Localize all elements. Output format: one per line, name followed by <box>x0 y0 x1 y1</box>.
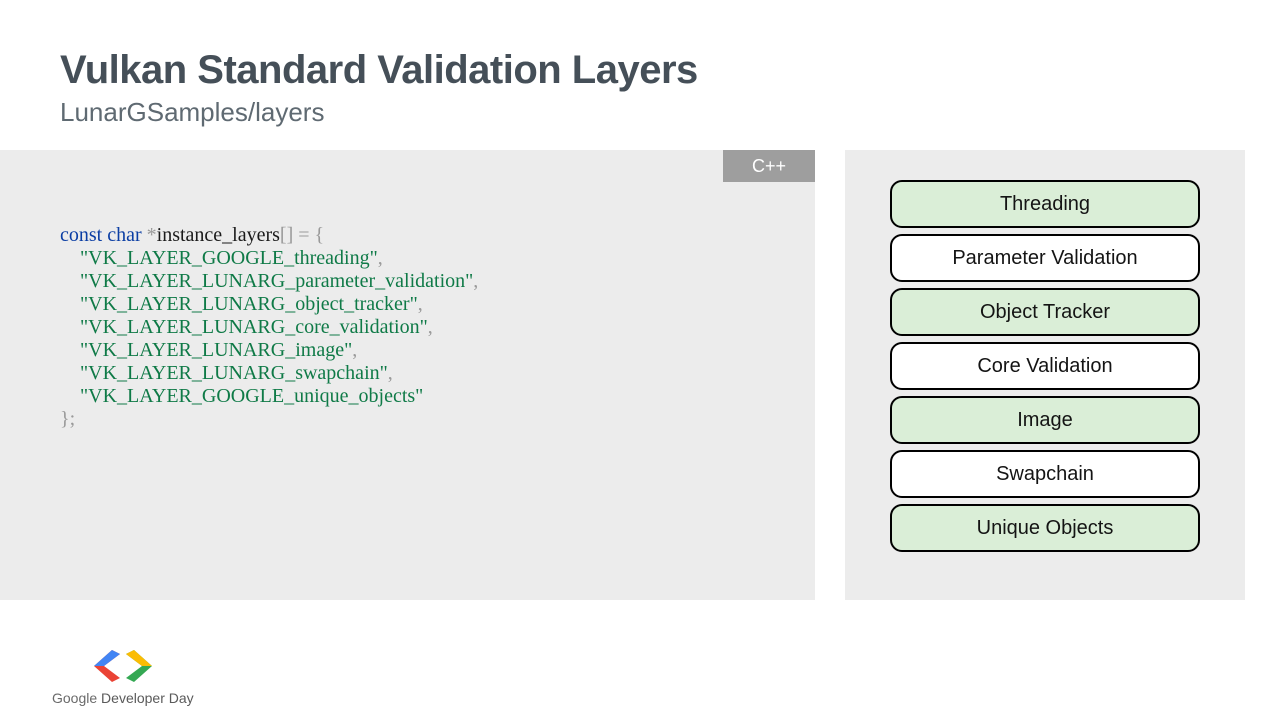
layer-box: Threading <box>890 180 1200 228</box>
layer-box: Object Tracker <box>890 288 1200 336</box>
code-block: const char *instance_layers[] = { "VK_LA… <box>0 150 815 431</box>
language-badge: C++ <box>723 150 815 182</box>
layer-box: Core Validation <box>890 342 1200 390</box>
slide-title: Vulkan Standard Validation Layers <box>60 48 1280 93</box>
google-dev-logo-icon <box>92 646 154 686</box>
slide-subtitle: LunarGSamples/layers <box>60 97 1280 128</box>
code-panel: C++ const char *instance_layers[] = { "V… <box>0 150 815 600</box>
layer-box: Unique Objects <box>890 504 1200 552</box>
layer-box: Parameter Validation <box>890 234 1200 282</box>
footer-text: Google Developer Day <box>52 690 194 706</box>
footer-branding: Google Developer Day <box>52 646 194 706</box>
layer-box: Swapchain <box>890 450 1200 498</box>
layer-box: Image <box>890 396 1200 444</box>
layer-stack: Threading Parameter Validation Object Trac… <box>845 150 1245 600</box>
